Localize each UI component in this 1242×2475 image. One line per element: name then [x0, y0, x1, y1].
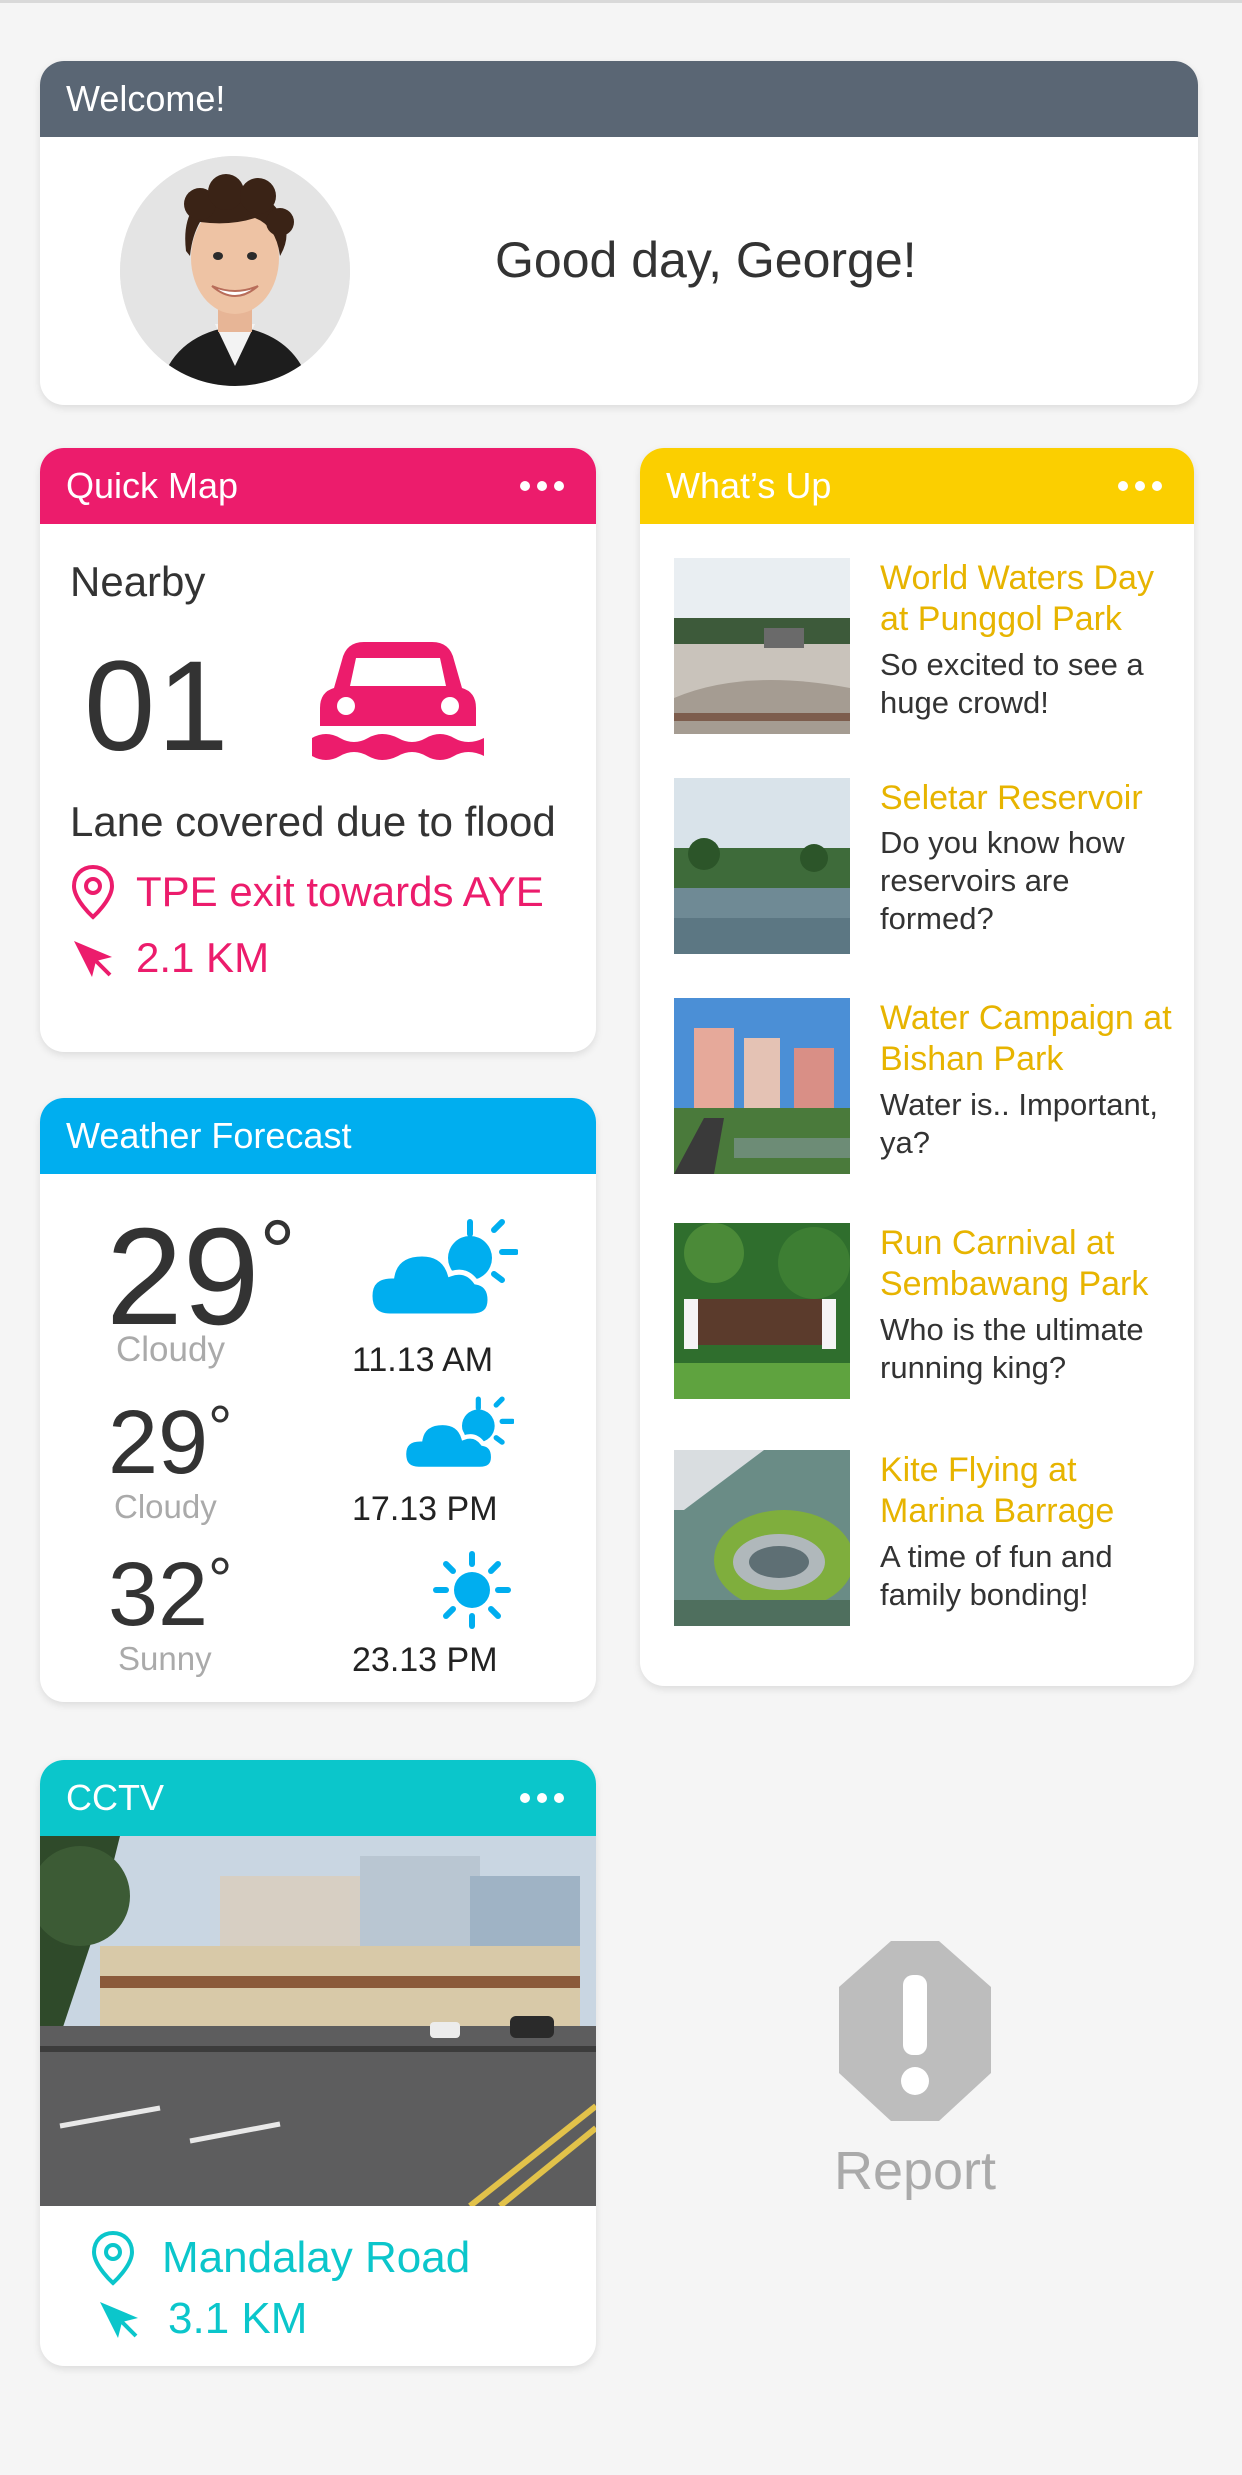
news-title: Seletar Reservoir	[880, 779, 1143, 817]
weather-time-3: 23.13 PM	[352, 1641, 498, 1679]
whats-up-title: What’s Up	[666, 465, 832, 506]
quick-map-title: Quick Map	[66, 465, 239, 506]
incident-location[interactable]: TPE exit towards AYE	[70, 864, 544, 920]
news-item[interactable]: Run Carnival at Sembawang Park Who is th…	[674, 1223, 1194, 1399]
news-subtitle: Who is the ultimate running king?	[880, 1312, 1144, 1385]
news-subtitle: Water is.. Important, ya?	[880, 1087, 1158, 1160]
nearby-count: 01	[84, 635, 231, 778]
incident-location-text: TPE exit towards AYE	[136, 868, 544, 915]
news-item[interactable]: Water Campaign at Bishan Park Water is..…	[674, 998, 1194, 1174]
sun-icon	[432, 1550, 512, 1635]
more-options-icon[interactable]	[1118, 481, 1168, 491]
news-thumbnail	[674, 558, 850, 734]
news-item[interactable]: Seletar Reservoir Do you know how reserv…	[674, 778, 1194, 954]
avatar-photo	[120, 156, 350, 386]
report-button[interactable]: Report	[805, 1935, 1025, 2215]
news-thumbnail	[674, 1450, 850, 1626]
news-thumbnail	[674, 778, 850, 954]
welcome-title: Welcome!	[66, 78, 226, 119]
weather-condition-1: Cloudy	[116, 1330, 225, 1369]
partly-cloudy-icon	[367, 1218, 519, 1333]
weather-temp-3: 32°	[108, 1545, 233, 1645]
news-title: Run Carnival at Sembawang Park	[880, 1224, 1149, 1303]
incident-description: Lane covered due to flood	[70, 798, 556, 845]
news-thumbnail	[674, 998, 850, 1174]
quick-map-header: Quick Map	[40, 448, 596, 524]
weather-condition-2: Cloudy	[114, 1488, 217, 1525]
alert-octagon-icon	[839, 1941, 991, 2121]
partly-cloudy-icon	[401, 1396, 516, 1483]
report-label: Report	[833, 2141, 997, 2201]
cctv-distance-text: 3.1 KM	[168, 2294, 308, 2343]
news-item[interactable]: Kite Flying at Marina Barrage A time of …	[674, 1450, 1194, 1626]
avatar[interactable]	[120, 156, 350, 386]
greeting-text: Good day, George!	[495, 232, 917, 288]
weather-condition-3: Sunny	[118, 1640, 212, 1677]
news-subtitle: So excited to see a huge crowd!	[880, 647, 1144, 720]
weather-title: Weather Forecast	[66, 1115, 352, 1156]
cctv-location[interactable]: Mandalay Road	[90, 2230, 470, 2286]
more-options-icon[interactable]	[520, 481, 570, 491]
weather-header: Weather Forecast	[40, 1098, 596, 1174]
more-options-icon[interactable]	[520, 1793, 570, 1803]
weather-temp-2: 29°	[108, 1393, 233, 1493]
whats-up-card: What’s Up World Waters Day at Punggol Pa…	[640, 448, 1194, 1686]
weather-time-1: 11.13 AM	[352, 1341, 494, 1379]
top-divider	[0, 0, 1242, 3]
navigation-arrow-icon	[100, 2302, 138, 2338]
weather-time-2: 17.13 PM	[352, 1490, 498, 1528]
cctv-distance: 3.1 KM	[96, 2294, 307, 2344]
cctv-camera-feed[interactable]	[40, 1836, 596, 2206]
nearby-label: Nearby	[70, 558, 206, 605]
quick-map-card[interactable]: Quick Map Nearby 01 Lane covered due to …	[40, 448, 596, 1052]
incident-distance: 2.1 KM	[70, 934, 269, 982]
whats-up-header: What’s Up	[640, 448, 1194, 524]
welcome-card: Welcome! Good day, George!	[40, 61, 1198, 405]
news-item[interactable]: World Waters Day at Punggol Park So exci…	[674, 558, 1194, 734]
news-thumbnail	[674, 1223, 850, 1399]
flooded-car-icon	[312, 638, 484, 765]
weather-temp-1: 29°	[106, 1200, 296, 1354]
navigation-arrow-icon	[74, 941, 112, 977]
news-title: Water Campaign at Bishan Park	[880, 999, 1172, 1078]
news-subtitle: A time of fun and family bonding!	[880, 1539, 1113, 1612]
incident-distance-text: 2.1 KM	[136, 934, 270, 981]
weather-forecast-card[interactable]: Weather Forecast 29° Cloudy 11.13 AM 29°…	[40, 1098, 596, 1702]
location-pin-icon	[71, 864, 115, 920]
location-pin-icon	[91, 2230, 135, 2286]
cctv-location-text: Mandalay Road	[162, 2233, 471, 2282]
cctv-card[interactable]: CCTV Mandalay Road 3.1 KM	[40, 1760, 596, 2366]
news-subtitle: Do you know how reservoirs are formed?	[880, 825, 1125, 936]
cctv-header: CCTV	[40, 1760, 596, 1836]
news-title: Kite Flying at Marina Barrage	[880, 1451, 1115, 1530]
cctv-title: CCTV	[66, 1777, 164, 1818]
welcome-header: Welcome!	[40, 61, 1198, 137]
news-title: World Waters Day at Punggol Park	[880, 559, 1154, 638]
